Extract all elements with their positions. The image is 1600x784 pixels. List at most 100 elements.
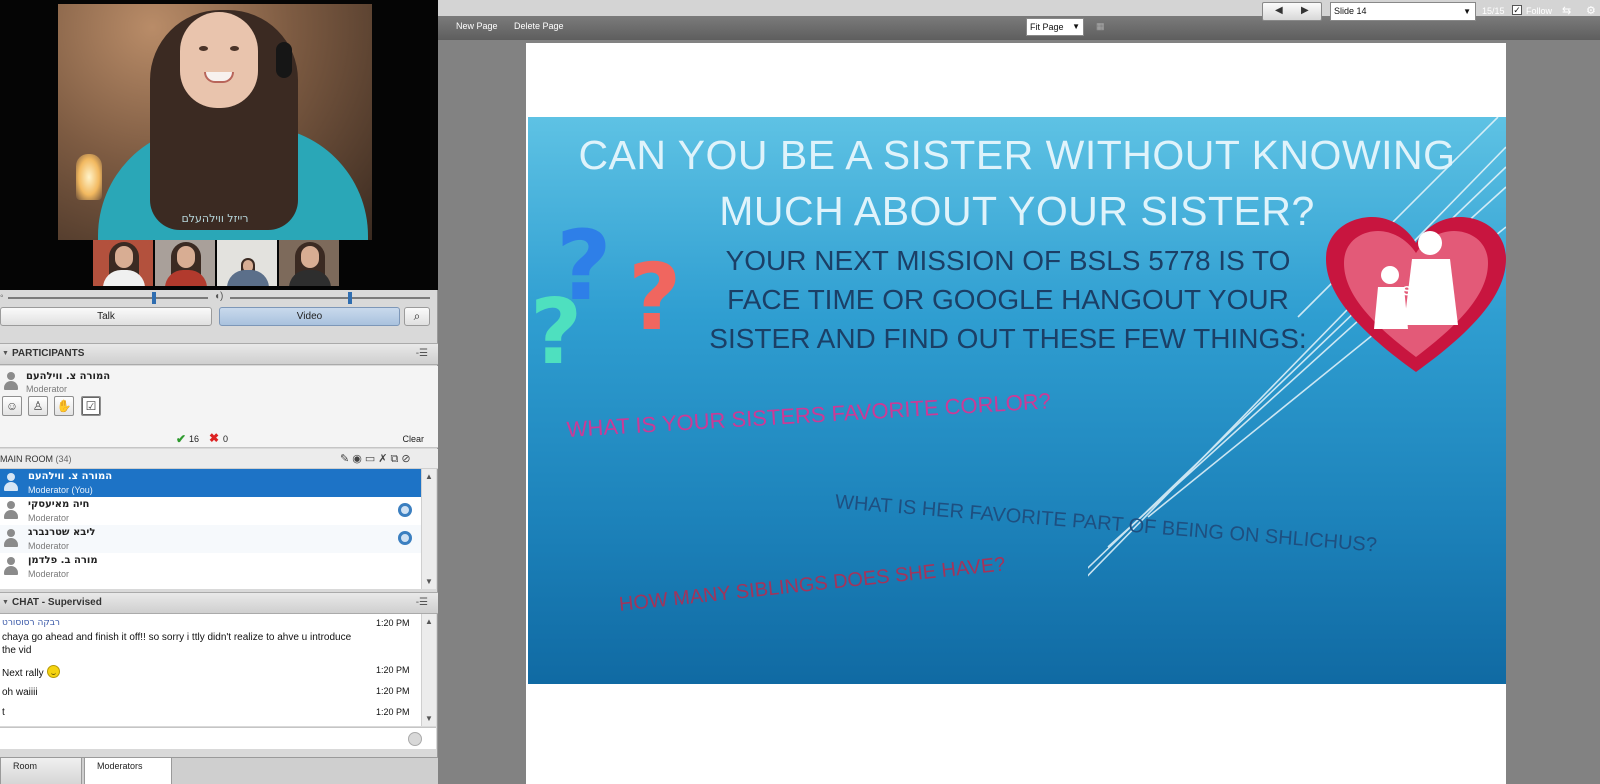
volume-sliders: ◦ ◖) xyxy=(0,290,438,306)
participant-list: המורה צ. ווילהעם Moderator (You) חיה מאי… xyxy=(0,469,421,589)
fit-page-select[interactable]: Fit Page ▼ xyxy=(1026,18,1084,36)
tab-room[interactable]: Room xyxy=(0,758,82,784)
participants-scrollbar[interactable]: ▲ ▼ xyxy=(421,469,436,589)
user-icon xyxy=(4,529,18,547)
current-user-name: המורה צ. ווילהעם xyxy=(26,371,111,382)
next-slide-icon[interactable]: ▶ xyxy=(1301,5,1309,16)
chat-message: Next rally xyxy=(2,665,60,679)
collapse-triangle-icon[interactable]: ▼ xyxy=(2,344,9,364)
chat-scrollbar[interactable]: ▲ ▼ xyxy=(421,614,436,726)
audio-permission-icon[interactable]: ◉ xyxy=(352,453,365,465)
raise-hand-icon[interactable]: ✋ xyxy=(54,396,74,416)
speaker-icon: ◖) xyxy=(214,291,224,302)
room-label: MAIN ROOM xyxy=(0,454,53,464)
chat-input[interactable] xyxy=(0,727,436,749)
webcam-icon[interactable] xyxy=(398,531,412,545)
video-thumbnails xyxy=(93,240,343,286)
video-button[interactable]: Video xyxy=(219,307,400,326)
slide-question-1: WHAT IS YOUR SISTERS FAVORITE CORLOR? xyxy=(566,388,1052,442)
main-video-feed[interactable]: רייזל ווילהעלם xyxy=(58,4,372,240)
follow-checkbox[interactable]: ✓ xyxy=(1512,5,1522,15)
lamp-light xyxy=(76,154,102,200)
panel-menu-icon[interactable]: -☰ xyxy=(416,593,428,613)
emoticon-picker-icon[interactable] xyxy=(408,732,422,746)
chat-message: chaya go ahead and finish it off!! so so… xyxy=(2,632,352,643)
speaker-volume-slider[interactable] xyxy=(230,292,430,304)
scroll-up-icon[interactable]: ▲ xyxy=(425,617,433,626)
sync-icon[interactable]: ⇆ xyxy=(1562,4,1571,17)
mic-volume-slider[interactable] xyxy=(8,292,208,304)
mic-slider-knob[interactable] xyxy=(152,292,156,304)
slide-title: CAN YOU BE A SISTER WITHOUT KNOWING MUCH… xyxy=(528,127,1506,239)
video-settings-icon[interactable]: ⌕ xyxy=(404,307,430,326)
video-thumbnail[interactable] xyxy=(217,240,277,286)
chat-message-text: Next rally xyxy=(2,668,44,679)
previous-slide-icon[interactable]: ◀ xyxy=(1275,5,1283,16)
block-icon[interactable]: ⊘ xyxy=(401,453,413,465)
tab-moderators[interactable]: Moderators xyxy=(84,758,172,784)
chat-message: oh waiiii xyxy=(2,687,38,698)
chat-time: 1:20 PM xyxy=(376,707,410,717)
chat-tabs: Room Moderators xyxy=(0,757,438,784)
user-icon xyxy=(4,501,18,519)
panel-menu-icon[interactable]: -☰ xyxy=(416,344,428,364)
settings-icon[interactable]: ⚙ xyxy=(1586,4,1596,17)
slide-title-line: MUCH ABOUT YOUR SISTER? xyxy=(719,188,1315,234)
chat-title: CHAT - Supervised xyxy=(12,597,102,608)
scroll-down-icon[interactable]: ▼ xyxy=(425,577,433,586)
participant-role: Moderator xyxy=(28,569,70,579)
page-tool-icon[interactable]: ▦ xyxy=(1096,21,1105,32)
chat-time: 1:20 PM xyxy=(376,618,410,628)
video-thumbnail[interactable] xyxy=(279,240,339,286)
face xyxy=(180,12,258,108)
participant-role: Moderator (You) xyxy=(28,485,93,495)
scroll-up-icon[interactable]: ▲ xyxy=(425,472,433,481)
video-area: רייזל ווילהעלם xyxy=(0,0,438,290)
user-icon xyxy=(4,372,18,390)
remove-permission-icon[interactable]: ✗ xyxy=(378,453,390,465)
follow-label: Follow xyxy=(1526,6,1553,16)
chat-sender: רבקה רסוסורט xyxy=(2,618,60,628)
check-icon: ✔ xyxy=(176,432,187,446)
delete-page-button[interactable]: Delete Page xyxy=(514,21,564,31)
eyes xyxy=(199,46,239,52)
headset xyxy=(276,42,292,78)
talk-video-bar: Talk Video ⌕ xyxy=(0,307,438,329)
new-page-button[interactable]: New Page xyxy=(456,21,498,31)
video-thumbnail[interactable] xyxy=(155,240,215,286)
pencil-permission-icon[interactable]: ✎ xyxy=(340,453,352,465)
emoticon-icon[interactable]: ☺ xyxy=(2,396,22,416)
chat-header[interactable]: ▼ CHAT - Supervised -☰ xyxy=(0,592,438,614)
participant-row[interactable]: חיה מאיעסקי Moderator xyxy=(0,497,421,525)
mic-icon: ◦ xyxy=(0,291,4,302)
scroll-down-icon[interactable]: ▼ xyxy=(425,714,433,723)
slide-select[interactable]: Slide 14 ▼ xyxy=(1330,2,1476,21)
room-tools: ✎◉▭✗⧉⊘ xyxy=(340,452,414,466)
video-caption: רייזל ווילהעלם xyxy=(181,212,249,225)
webcam-icon[interactable] xyxy=(398,503,412,517)
poll-no-count: 0 xyxy=(223,434,229,444)
video-thumbnail[interactable] xyxy=(93,240,153,286)
clear-button[interactable]: Clear xyxy=(402,434,424,444)
fit-page-value: Fit Page xyxy=(1030,22,1064,32)
participants-header[interactable]: ▼ PARTICIPANTS -☰ xyxy=(0,343,438,365)
participant-row[interactable]: ליבא שטרנברג Moderator xyxy=(0,525,421,553)
slide-select-value: Slide 14 xyxy=(1334,6,1367,16)
speaker-slider-knob[interactable] xyxy=(348,292,352,304)
whiteboard-page[interactable]: ? ? ? Big Sister CAN YOU BE A SISTER WIT… xyxy=(526,43,1506,784)
step-away-icon[interactable]: ♙ xyxy=(28,396,48,416)
room-count: (34) xyxy=(55,454,72,464)
collapse-triangle-icon[interactable]: ▼ xyxy=(2,593,9,613)
chat-permission-icon[interactable]: ▭ xyxy=(365,453,378,465)
talk-button[interactable]: Talk xyxy=(0,307,212,326)
chat-message: the vid xyxy=(2,645,32,656)
move-icon[interactable]: ⧉ xyxy=(390,453,401,465)
chat-message: t xyxy=(2,707,5,718)
current-user-role: Moderator xyxy=(26,384,68,394)
participant-row[interactable]: המורה צ. ווילהעם Moderator (You) xyxy=(0,469,421,497)
mission-line: SISTER AND FIND OUT THESE FEW THINGS: xyxy=(709,323,1307,354)
app-window: רייזל ווילהעלם ◦ ◖) Talk Video ⌕ ▼ PARTI… xyxy=(0,0,1600,784)
participant-row[interactable]: מורה ב. פלדמן Moderator xyxy=(0,553,421,581)
slide-mission-text: YOUR NEXT MISSION OF BSLS 5778 IS TO FAC… xyxy=(678,241,1338,358)
poll-answer-icon[interactable]: ☑ xyxy=(81,396,101,416)
